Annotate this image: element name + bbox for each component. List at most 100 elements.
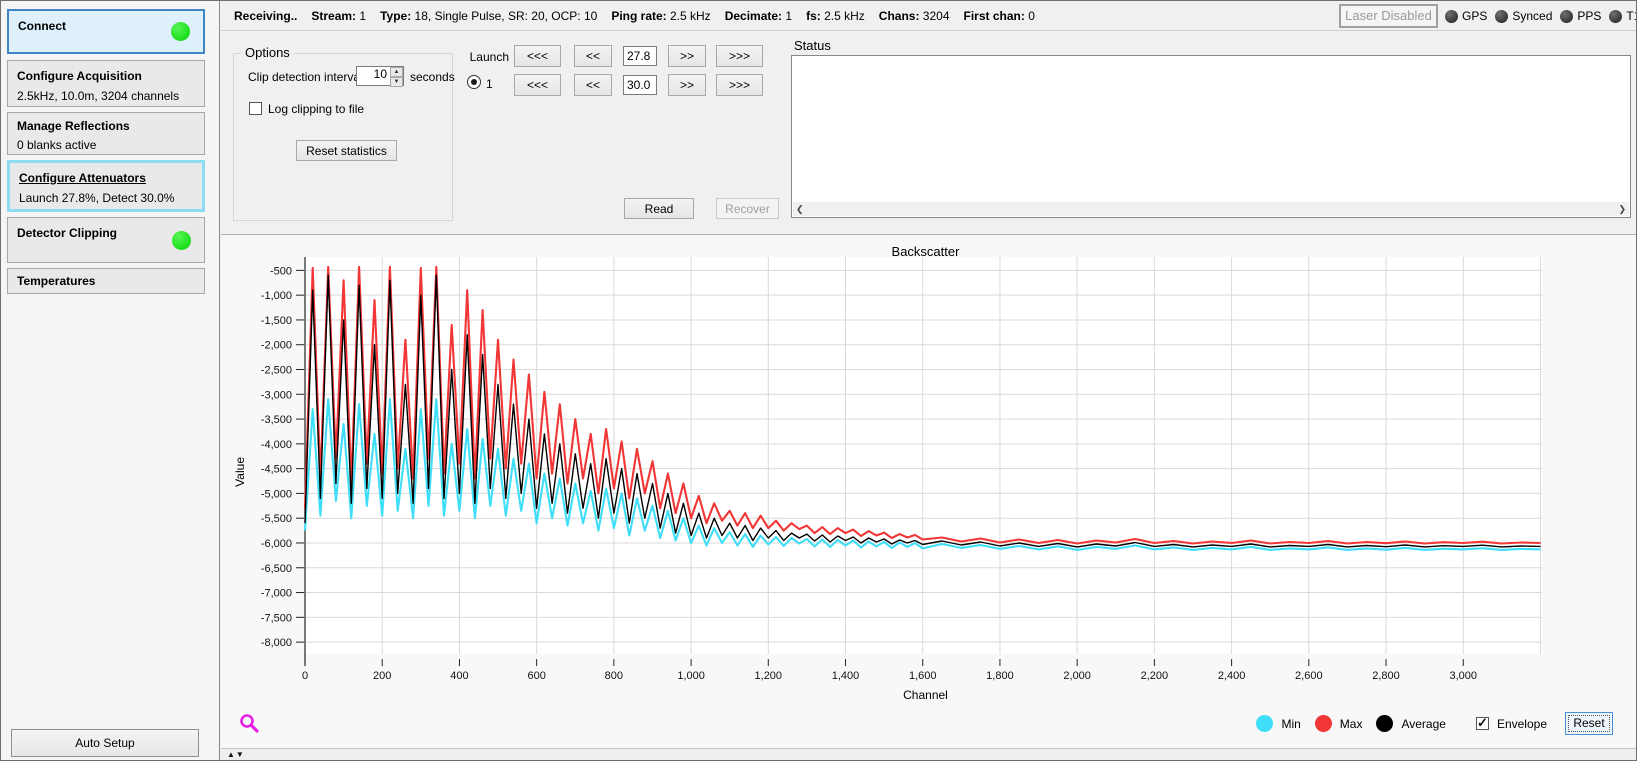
sidebar-item-title: Connect (18, 19, 66, 33)
log-clipping-label: Log clipping to file (268, 102, 365, 116)
receiving-label: Receiving.. (234, 9, 298, 23)
log-clipping-checkbox[interactable] (249, 102, 262, 115)
status-horizontal-scrollbar[interactable]: ❮ ❯ (793, 202, 1629, 216)
svg-text:2,800: 2,800 (1372, 670, 1400, 682)
seconds-label: seconds (410, 70, 455, 84)
detect-increase-button[interactable]: >> (668, 74, 706, 96)
top-status-bar: Receiving.. Stream: 1 Type: 18, Single P… (221, 1, 1636, 31)
svg-text:-5,500: -5,500 (261, 513, 292, 525)
synced-indicator-icon (1495, 9, 1509, 23)
launch-row-label: Launch (469, 50, 509, 64)
x-axis-label: Channel (903, 688, 948, 702)
detect-decrease-button[interactable]: << (574, 74, 612, 96)
envelope-label: Envelope (1496, 716, 1547, 731)
sidebar-item-temperatures[interactable]: Temperatures (7, 268, 205, 294)
stream-label: Stream: (311, 9, 357, 23)
sidebar-item-detector-clipping[interactable]: Detector Clipping (7, 217, 205, 263)
launch-value-input[interactable] (623, 46, 657, 66)
gps-indicator-icon (1445, 9, 1458, 23)
first-chan-label: First chan: (963, 9, 1025, 23)
envelope-checkbox[interactable] (1475, 715, 1489, 731)
average-series-swatch-icon (1376, 715, 1394, 732)
splitter-arrows-icon[interactable]: ▲▼ (227, 750, 245, 759)
svg-text:-3,000: -3,000 (261, 389, 292, 401)
scroll-left-icon[interactable]: ❮ (796, 204, 804, 215)
clip-interval-input[interactable]: 10 ▲ ▼ (356, 66, 404, 87)
chart-legend: Min Max Average Envelope Reset (1256, 712, 1613, 735)
type-label: Type: (380, 9, 412, 23)
svg-text:-8,000: -8,000 (261, 637, 292, 649)
t1-indicator-icon (1609, 9, 1623, 23)
launch-fast-decrease-button[interactable]: <<< (514, 45, 561, 67)
svg-text:-4,000: -4,000 (261, 439, 292, 451)
y-axis-label: Value (233, 457, 247, 487)
auto-setup-button[interactable]: Auto Setup (11, 729, 199, 757)
detector-1-radio[interactable] (467, 75, 481, 89)
svg-text:-3,500: -3,500 (261, 414, 292, 426)
application-window: Connect Configure Acquisition 2.5kHz, 10… (0, 0, 1637, 761)
sidebar-item-configure-attenuators[interactable]: Configure Attenuators Launch 27.8%, Dete… (7, 160, 205, 212)
sidebar-item-configure-acquisition[interactable]: Configure Acquisition 2.5kHz, 10.0m, 320… (7, 60, 205, 107)
sidebar-item-title: Detector Clipping (17, 226, 118, 240)
read-button[interactable]: Read (624, 198, 694, 219)
sidebar-item-title: Configure Acquisition (17, 69, 142, 83)
detect-value-input[interactable] (623, 75, 657, 95)
bottom-splitter-bar[interactable]: ▲▼ (221, 748, 1636, 760)
chart-reset-button[interactable]: Reset (1565, 712, 1613, 735)
spin-down-icon[interactable]: ▼ (390, 77, 403, 87)
detect-fast-decrease-button[interactable]: <<< (514, 74, 561, 96)
svg-text:-7,500: -7,500 (261, 612, 292, 624)
svg-text:200: 200 (373, 670, 391, 682)
pps-indicator-icon (1560, 9, 1574, 23)
min-series-swatch-icon (1256, 715, 1274, 732)
status-ok-icon (172, 231, 191, 250)
sidebar: Connect Configure Acquisition 2.5kHz, 10… (1, 1, 220, 760)
launch-increase-button[interactable]: >> (668, 45, 706, 67)
svg-text:2,400: 2,400 (1218, 670, 1246, 682)
svg-text:2,600: 2,600 (1295, 670, 1323, 682)
clip-interval-value: 10 (373, 67, 387, 81)
svg-text:400: 400 (450, 670, 468, 682)
svg-text:-1,000: -1,000 (261, 290, 292, 302)
svg-text:1,800: 1,800 (986, 670, 1014, 682)
svg-text:-5,000: -5,000 (261, 488, 292, 500)
launch-fast-increase-button[interactable]: >>> (716, 45, 763, 67)
sidebar-item-subtitle: Launch 27.8%, Detect 30.0% (19, 191, 175, 205)
svg-text:2,000: 2,000 (1063, 670, 1091, 682)
sidebar-item-subtitle: 0 blanks active (17, 138, 97, 152)
svg-text:-6,000: -6,000 (261, 538, 292, 550)
svg-text:-2,000: -2,000 (261, 340, 292, 352)
type-value: 18, Single Pulse, SR: 20, OCP: 10 (414, 9, 598, 23)
pps-label: PPS (1577, 9, 1602, 23)
svg-text:-4,500: -4,500 (261, 464, 292, 476)
reset-statistics-button[interactable]: Reset statistics (296, 140, 397, 161)
clip-interval-spinner[interactable]: ▲ ▼ (390, 67, 403, 87)
first-chan-value: 0 (1028, 9, 1035, 23)
detect-fast-increase-button[interactable]: >>> (716, 74, 763, 96)
sidebar-item-connect[interactable]: Connect (7, 9, 205, 54)
zoom-tool-icon[interactable] (239, 713, 261, 738)
launch-decrease-button[interactable]: << (574, 45, 612, 67)
main-area: Receiving.. Stream: 1 Type: 18, Single P… (221, 1, 1636, 760)
max-series-label: Max (1339, 716, 1363, 731)
status-panel-title: Status (794, 38, 831, 53)
decimate-label: Decimate: (724, 9, 783, 23)
spin-up-icon[interactable]: ▲ (390, 67, 403, 77)
svg-text:2,200: 2,200 (1141, 670, 1169, 682)
status-log[interactable]: ❮ ❯ (791, 55, 1631, 218)
backscatter-plot[interactable]: -500 -1,000 -1,500 -2,000 -2,500 -3,000 -3,500… (221, 235, 1636, 749)
sidebar-item-manage-reflections[interactable]: Manage Reflections 0 blanks active (7, 112, 205, 155)
scroll-right-icon[interactable]: ❯ (1618, 204, 1626, 215)
svg-text:-2,500: -2,500 (261, 365, 292, 377)
svg-text:1,600: 1,600 (909, 670, 937, 682)
ping-rate-label: Ping rate: (611, 9, 667, 23)
average-series-label: Average (1401, 716, 1446, 731)
t1-label: T1 (1626, 9, 1636, 23)
svg-text:-1,500: -1,500 (261, 315, 292, 327)
clip-interval-label: Clip detection interval (248, 70, 363, 84)
max-series-swatch-icon (1314, 715, 1332, 732)
synced-label: Synced (1512, 9, 1553, 23)
gps-label: GPS (1462, 9, 1488, 23)
svg-text:1,200: 1,200 (755, 670, 783, 682)
stream-info: Receiving.. Stream: 1 Type: 18, Single P… (234, 1, 1035, 31)
